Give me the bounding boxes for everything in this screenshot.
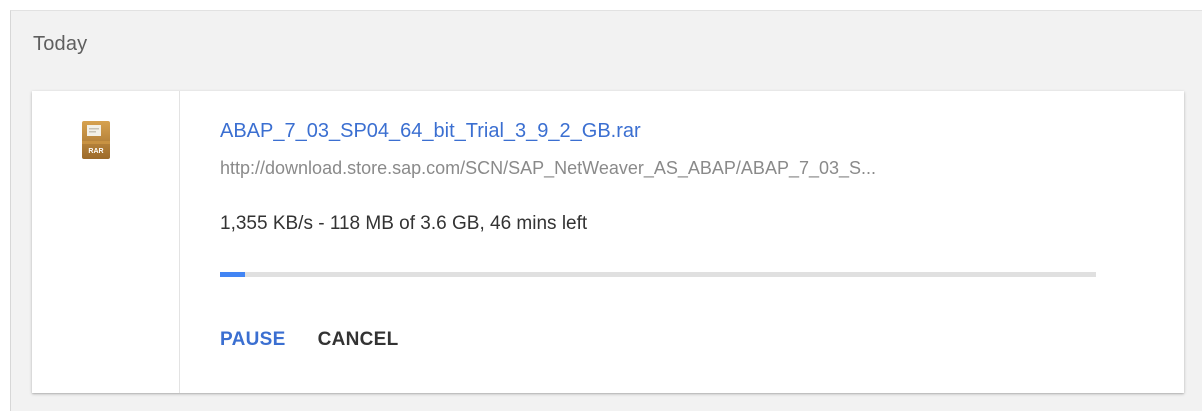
download-status: 1,355 KB/s - 118 MB of 3.6 GB, 46 mins l…	[220, 213, 588, 234]
pause-button[interactable]: PAUSE	[220, 329, 286, 351]
download-progress-bar	[220, 272, 1096, 277]
rar-archive-icon: RAR	[82, 121, 110, 159]
file-source-url: http://download.store.sap.com/SCN/SAP_Ne…	[220, 158, 877, 178]
downloads-panel: Today RAR ABAP_7_03_SP04_64_bit_Trial_3_…	[10, 10, 1202, 411]
cancel-button[interactable]: CANCEL	[318, 329, 399, 351]
file-icon-column: RAR	[32, 91, 180, 393]
download-item-card: RAR ABAP_7_03_SP04_64_bit_Trial_3_9_2_GB…	[32, 91, 1184, 393]
download-actions: PAUSE CANCEL	[220, 329, 399, 351]
section-title: Today	[33, 33, 88, 55]
file-name-link[interactable]: ABAP_7_03_SP04_64_bit_Trial_3_9_2_GB.rar	[220, 120, 641, 143]
rar-icon-label: RAR	[88, 148, 103, 155]
download-progress-fill	[220, 272, 245, 277]
